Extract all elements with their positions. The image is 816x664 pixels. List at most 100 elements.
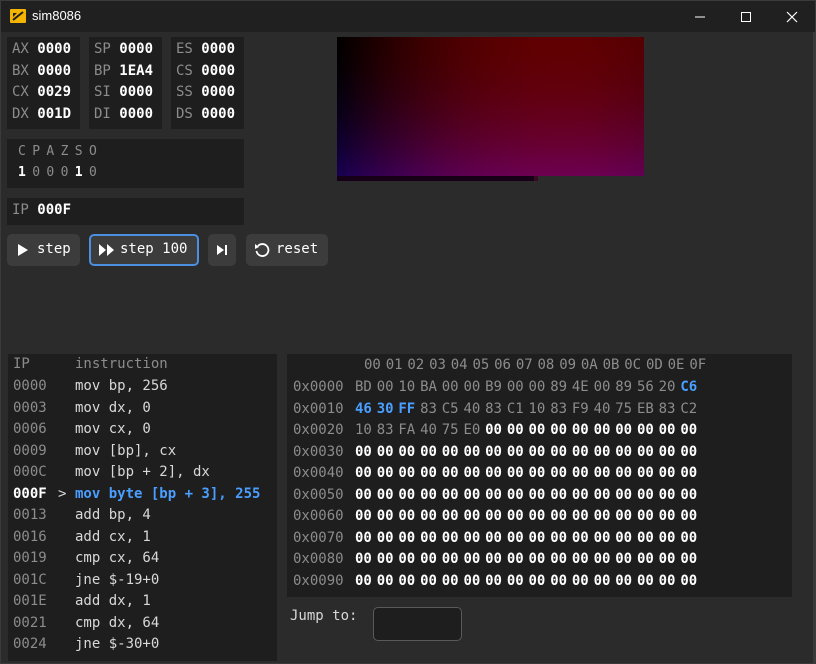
memory-byte[interactable]: 00 bbox=[442, 508, 464, 524]
instruction-row[interactable]: 0006 mov cx, 0 bbox=[8, 421, 277, 443]
memory-byte[interactable]: 00 bbox=[398, 551, 420, 567]
memory-byte[interactable]: 00 bbox=[355, 465, 377, 481]
memory-byte[interactable]: FA bbox=[398, 422, 420, 438]
memory-byte[interactable]: E0 bbox=[463, 422, 485, 438]
memory-byte[interactable]: 00 bbox=[420, 573, 442, 589]
memory-byte[interactable]: 00 bbox=[355, 573, 377, 589]
memory-byte[interactable]: FF bbox=[398, 401, 420, 417]
memory-byte[interactable]: 00 bbox=[659, 530, 681, 546]
memory-byte[interactable]: 00 bbox=[398, 487, 420, 503]
memory-byte[interactable]: 00 bbox=[463, 379, 485, 395]
memory-byte[interactable]: 75 bbox=[615, 401, 637, 417]
memory-byte[interactable]: 00 bbox=[420, 444, 442, 460]
memory-byte[interactable]: C6 bbox=[680, 379, 702, 395]
memory-byte[interactable]: 00 bbox=[550, 530, 572, 546]
memory-byte[interactable]: BA bbox=[420, 379, 442, 395]
memory-byte[interactable]: 00 bbox=[637, 551, 659, 567]
memory-byte[interactable]: 00 bbox=[594, 487, 616, 503]
memory-byte[interactable]: 00 bbox=[507, 444, 529, 460]
memory-byte[interactable]: 00 bbox=[659, 465, 681, 481]
minimize-button[interactable] bbox=[677, 1, 723, 32]
instruction-row[interactable]: 0016 add cx, 1 bbox=[8, 529, 277, 551]
memory-byte[interactable]: 83 bbox=[485, 401, 507, 417]
memory-byte[interactable]: 83 bbox=[550, 401, 572, 417]
memory-byte[interactable]: 00 bbox=[637, 487, 659, 503]
memory-byte[interactable]: 00 bbox=[463, 444, 485, 460]
memory-byte[interactable]: 00 bbox=[463, 551, 485, 567]
memory-byte[interactable]: 46 bbox=[355, 401, 377, 417]
memory-byte[interactable]: 00 bbox=[529, 422, 551, 438]
memory-byte[interactable]: 00 bbox=[615, 444, 637, 460]
memory-byte[interactable]: C2 bbox=[680, 401, 702, 417]
instruction-row[interactable]: 0009 mov [bp], cx bbox=[8, 443, 277, 465]
instruction-row[interactable]: 0024 jne $-30+0 bbox=[8, 636, 277, 658]
memory-byte[interactable]: 00 bbox=[507, 530, 529, 546]
memory-byte[interactable]: 00 bbox=[398, 465, 420, 481]
memory-byte[interactable]: 00 bbox=[507, 573, 529, 589]
memory-byte[interactable]: 89 bbox=[615, 379, 637, 395]
memory-byte[interactable]: 00 bbox=[442, 573, 464, 589]
memory-byte[interactable]: 00 bbox=[637, 422, 659, 438]
memory-byte[interactable]: 00 bbox=[463, 465, 485, 481]
instruction-row[interactable]: 000C mov [bp + 2], dx bbox=[8, 464, 277, 486]
memory-byte[interactable]: 00 bbox=[594, 530, 616, 546]
memory-byte[interactable]: 00 bbox=[680, 530, 702, 546]
memory-byte[interactable]: 00 bbox=[680, 444, 702, 460]
instruction-row[interactable]: 0003 mov dx, 0 bbox=[8, 400, 277, 422]
memory-byte[interactable]: 00 bbox=[485, 422, 507, 438]
title-bar[interactable]: sim8086 bbox=[1, 1, 815, 32]
memory-byte[interactable]: 00 bbox=[637, 530, 659, 546]
memory-byte[interactable]: 00 bbox=[594, 465, 616, 481]
memory-byte[interactable]: 00 bbox=[355, 551, 377, 567]
memory-byte[interactable]: 00 bbox=[572, 551, 594, 567]
memory-byte[interactable]: 00 bbox=[680, 508, 702, 524]
memory-byte[interactable]: 00 bbox=[529, 487, 551, 503]
memory-byte[interactable]: 00 bbox=[659, 422, 681, 438]
memory-byte[interactable]: 00 bbox=[529, 465, 551, 481]
memory-byte[interactable]: C1 bbox=[507, 401, 529, 417]
memory-byte[interactable]: 83 bbox=[659, 401, 681, 417]
memory-byte[interactable]: 00 bbox=[377, 487, 399, 503]
memory-byte[interactable]: 00 bbox=[594, 508, 616, 524]
memory-byte[interactable]: 00 bbox=[507, 508, 529, 524]
memory-byte[interactable]: 00 bbox=[550, 551, 572, 567]
memory-byte[interactable]: 00 bbox=[355, 530, 377, 546]
memory-byte[interactable]: 00 bbox=[529, 530, 551, 546]
memory-byte[interactable]: 00 bbox=[637, 465, 659, 481]
memory-byte[interactable]: 4E bbox=[572, 379, 594, 395]
memory-byte[interactable]: 20 bbox=[659, 379, 681, 395]
memory-byte[interactable]: 00 bbox=[377, 573, 399, 589]
memory-byte[interactable]: 10 bbox=[398, 379, 420, 395]
memory-byte[interactable]: 00 bbox=[594, 551, 616, 567]
memory-byte[interactable]: 00 bbox=[659, 551, 681, 567]
memory-byte[interactable]: 00 bbox=[485, 573, 507, 589]
memory-byte[interactable]: 00 bbox=[594, 422, 616, 438]
memory-byte[interactable]: 00 bbox=[572, 422, 594, 438]
memory-byte[interactable]: 00 bbox=[550, 422, 572, 438]
instruction-row[interactable]: 001C jne $-19+0 bbox=[8, 572, 277, 594]
memory-byte[interactable]: 00 bbox=[420, 530, 442, 546]
memory-byte[interactable]: 00 bbox=[659, 573, 681, 589]
memory-byte[interactable]: 00 bbox=[615, 422, 637, 438]
memory-byte[interactable]: 00 bbox=[377, 508, 399, 524]
memory-byte[interactable]: 00 bbox=[442, 487, 464, 503]
memory-byte[interactable]: B9 bbox=[485, 379, 507, 395]
memory-byte[interactable]: 00 bbox=[594, 444, 616, 460]
memory-byte[interactable]: 00 bbox=[615, 465, 637, 481]
memory-byte[interactable]: 00 bbox=[637, 508, 659, 524]
memory-byte[interactable]: 00 bbox=[377, 465, 399, 481]
memory-byte[interactable]: 00 bbox=[615, 551, 637, 567]
memory-byte[interactable]: 10 bbox=[355, 422, 377, 438]
memory-byte[interactable]: 00 bbox=[550, 444, 572, 460]
memory-byte[interactable]: EB bbox=[637, 401, 659, 417]
memory-byte[interactable]: 00 bbox=[572, 508, 594, 524]
memory-byte[interactable]: 00 bbox=[572, 465, 594, 481]
memory-byte[interactable]: 75 bbox=[442, 422, 464, 438]
memory-byte[interactable]: 00 bbox=[420, 465, 442, 481]
memory-byte[interactable]: 00 bbox=[529, 379, 551, 395]
memory-byte[interactable]: 00 bbox=[463, 508, 485, 524]
memory-byte[interactable]: 40 bbox=[594, 401, 616, 417]
memory-byte[interactable]: 00 bbox=[398, 444, 420, 460]
memory-byte[interactable]: 30 bbox=[377, 401, 399, 417]
memory-byte[interactable]: 00 bbox=[507, 551, 529, 567]
